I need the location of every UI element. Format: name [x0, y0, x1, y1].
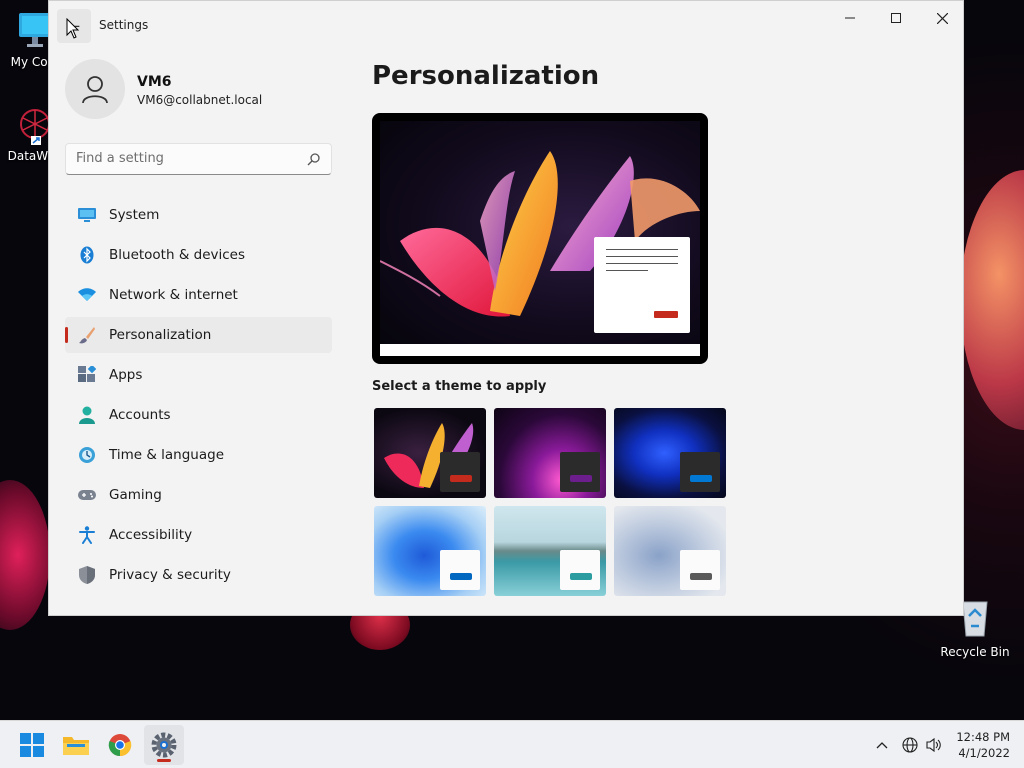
sidebar-item-personalization[interactable]: Personalization [65, 317, 332, 353]
maximize-button[interactable] [873, 1, 919, 35]
clock-date: 4/1/2022 [958, 746, 1010, 760]
theme-tile-bloom-dark[interactable] [614, 408, 726, 498]
gamepad-icon [77, 485, 97, 505]
wallpaper-petal [0, 480, 50, 630]
sidebar-item-label: Personalization [109, 327, 212, 343]
preview-dialog [594, 237, 690, 333]
sidebar-item-label: Gaming [109, 487, 162, 503]
chrome-icon [108, 734, 132, 757]
search-box[interactable] [65, 143, 332, 175]
desktop-icon-label: Recycle Bin [940, 645, 1010, 659]
preview-taskbar [380, 344, 700, 356]
brush-icon [77, 325, 97, 345]
start-button[interactable] [12, 725, 52, 765]
system-tray [872, 721, 946, 768]
profile-email: VM6@collabnet.local [137, 93, 263, 107]
sidebar-item-accessibility[interactable]: Accessibility [65, 517, 332, 553]
search-icon[interactable] [307, 152, 321, 166]
taskbar-clock[interactable]: 12:48 PM 4/1/2022 [956, 729, 1010, 761]
chevron-up-icon[interactable] [872, 741, 892, 749]
folder-icon [63, 737, 89, 755]
close-icon [936, 12, 948, 24]
title-bar[interactable]: ← Settings [49, 1, 963, 49]
settings-window: ← Settings VM6 VM6@collabnet.local [48, 0, 964, 616]
globe-clock-icon [77, 445, 97, 465]
taskbar-settings[interactable] [144, 725, 184, 765]
sidebar-item-label: Accounts [109, 407, 171, 423]
apps-icon [77, 365, 97, 385]
theme-tile-bloom-light[interactable] [374, 506, 486, 596]
mouse-cursor-icon [66, 18, 80, 39]
window-title: Settings [99, 18, 149, 32]
sidebar-item-privacy-security[interactable]: Privacy & security [65, 557, 332, 593]
sidebar-item-label: Accessibility [109, 527, 193, 543]
clock-time: 12:48 PM [956, 730, 1010, 744]
sidebar-item-label: Apps [109, 367, 143, 383]
minimize-button[interactable] [827, 1, 873, 35]
page-title: Personalization [372, 61, 600, 91]
person-icon [77, 405, 97, 425]
sidebar-item-gaming[interactable]: Gaming [65, 477, 332, 513]
sidebar-item-apps[interactable]: Apps [65, 357, 332, 393]
profile-name: VM6 [137, 74, 172, 90]
sidebar-item-label: System [109, 207, 160, 223]
avatar[interactable] [65, 59, 125, 119]
theme-grid [374, 408, 730, 598]
gear-icon [151, 732, 177, 758]
sidebar-item-accounts[interactable]: Accounts [65, 397, 332, 433]
volume-icon[interactable] [922, 737, 946, 753]
search-input[interactable] [76, 151, 296, 166]
wifi-icon [77, 285, 97, 305]
minimize-icon [845, 17, 855, 19]
theme-accent-swatch [450, 573, 472, 580]
sidebar-item-system[interactable]: System [65, 197, 332, 233]
preview-accent-button [654, 311, 678, 318]
theme-preview [372, 113, 708, 364]
monitor-icon [77, 205, 97, 225]
user-icon [82, 76, 108, 104]
taskbar: 12:48 PM 4/1/2022 [0, 720, 1024, 768]
sidebar-item-label: Network & internet [109, 287, 238, 303]
sidebar-nav: System Bluetooth & devices Network & int… [65, 197, 332, 597]
theme-accent-swatch [690, 573, 712, 580]
accessibility-icon [77, 525, 97, 545]
theme-accent-swatch [570, 475, 592, 482]
windows-logo-icon [20, 733, 44, 757]
theme-tile-flow-purple[interactable] [494, 408, 606, 498]
close-button[interactable] [919, 1, 963, 35]
theme-tile-captured-motion[interactable] [494, 506, 606, 596]
theme-accent-swatch [570, 573, 592, 580]
sidebar-item-network[interactable]: Network & internet [65, 277, 332, 313]
sidebar-item-label: Bluetooth & devices [109, 247, 246, 263]
sidebar-item-label: Privacy & security [109, 567, 231, 583]
wallpaper-petal [960, 170, 1024, 430]
bluetooth-icon [77, 245, 97, 265]
taskbar-chrome[interactable] [100, 725, 140, 765]
sidebar-item-time-language[interactable]: Time & language [65, 437, 332, 473]
taskbar-file-explorer[interactable] [56, 725, 96, 765]
theme-accent-swatch [690, 475, 712, 482]
sidebar-item-bluetooth[interactable]: Bluetooth & devices [65, 237, 332, 273]
theme-preview-desktop [380, 121, 700, 356]
theme-accent-swatch [450, 475, 472, 482]
network-globe-icon[interactable] [898, 737, 922, 753]
theme-tile-sunrise[interactable] [614, 506, 726, 596]
theme-section-label: Select a theme to apply [372, 379, 547, 394]
theme-tile-glow-dark[interactable] [374, 408, 486, 498]
active-app-indicator [157, 759, 171, 762]
sidebar-item-label: Time & language [109, 447, 225, 463]
maximize-icon [891, 13, 901, 23]
shield-icon [77, 565, 97, 585]
